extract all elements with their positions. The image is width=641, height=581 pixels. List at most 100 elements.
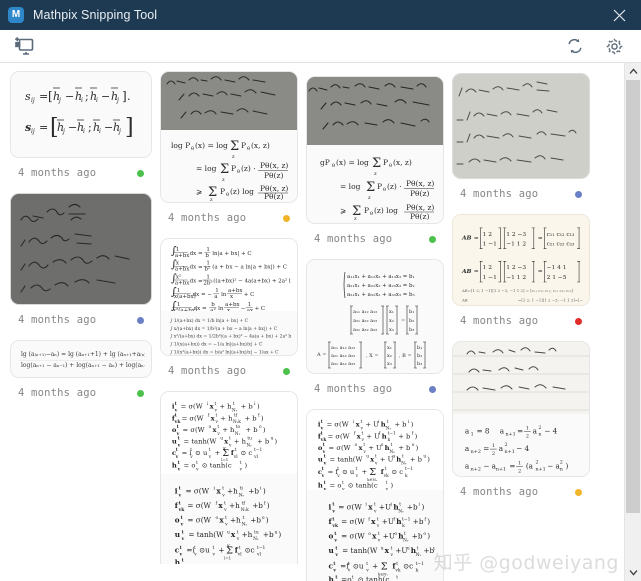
svg-text:v: v <box>323 488 327 490</box>
svg-text:): ) <box>267 501 270 510</box>
svg-text:vl: vl <box>253 455 258 460</box>
svg-text:K: K <box>223 445 226 450</box>
close-icon[interactable] <box>597 0 641 30</box>
svg-text:θ: θ <box>191 146 194 152</box>
snip-preview[interactable]: gP θ (x) = log Σ z Pθ (x, z) = log Σ z P… <box>306 76 444 224</box>
svg-text:P: P <box>231 164 236 173</box>
svg-text:f: f <box>354 431 356 436</box>
timestamp: 4 months ago <box>168 212 247 224</box>
svg-text:+ C: + C <box>255 306 266 311</box>
snip-card[interactable]: itv = σ(W i xtv + Ui h t Nᵥ + b i) f t vk = σ(… <box>306 409 444 581</box>
svg-text:vl: vl <box>256 553 262 558</box>
svg-text:u: u <box>392 455 395 460</box>
svg-text:ax: ax <box>247 308 254 311</box>
svg-text:⊙ tanh(c: ⊙ tanh(c <box>358 575 390 581</box>
new-snip-icon[interactable] <box>11 34 37 58</box>
svg-text:u: u <box>175 530 181 539</box>
svg-text:a+bx: a+bx <box>175 267 190 273</box>
snip-card[interactable]: 4 months ago <box>10 193 152 336</box>
svg-text:t: t <box>361 431 363 436</box>
svg-text:t: t <box>399 503 401 508</box>
svg-text:t: t <box>335 546 338 551</box>
scroll-up-arrow-icon[interactable] <box>625 63 641 80</box>
svg-text:u: u <box>172 438 177 446</box>
svg-text:t: t <box>402 455 404 460</box>
svg-text:i: i <box>353 420 355 425</box>
svg-text:v: v <box>347 569 351 574</box>
svg-text:2: 2 <box>518 468 521 474</box>
svg-text:]: ] <box>122 89 127 103</box>
status-badge <box>575 190 582 198</box>
svg-text:v: v <box>221 494 225 499</box>
svg-text:+: + <box>372 562 378 571</box>
svg-text:t: t <box>378 532 380 537</box>
svg-text:): ) <box>261 414 264 422</box>
snip-preview[interactable] <box>452 73 590 179</box>
svg-text:⊙ c: ⊙ c <box>241 449 253 457</box>
svg-text:= σ(W: = σ(W <box>183 426 205 434</box>
scrollbar-thumb[interactable] <box>626 80 640 513</box>
svg-text:=: = <box>509 461 515 470</box>
svg-text:= tanh(W: = tanh(W <box>330 456 363 464</box>
snip-preview[interactable]: a₁₁x₁ + a₁₂x₂ + a₁₃x₃ = b₁ a₂₁x₁ + a₂₂x₂… <box>306 259 444 374</box>
snip-card[interactable]: a1 = 8 a n+1 = 12 an2 − 4 a n+2 = 1 2 a … <box>452 341 590 508</box>
svg-text:t: t <box>337 467 339 472</box>
snip-card[interactable]: 4 months ago <box>452 73 590 210</box>
svg-text:⊙ u: ⊙ u <box>195 449 208 457</box>
snip-preview[interactable]: s ij = [ h j − h i ; h i − h j] . s ij … <box>10 71 152 158</box>
svg-text:): ) <box>427 532 430 541</box>
svg-text:t: t <box>209 448 211 453</box>
svg-text:+ b: + b <box>398 432 410 440</box>
snip-card[interactable]: ∫ 1a+bx dx = 1b ln|a + bx| + C ∫ xa+bx <box>160 238 298 387</box>
column-3: gP θ (x) = log Σ z Pθ (x, z) = log Σ z P… <box>306 76 444 581</box>
card-meta: 4 months ago <box>452 306 590 337</box>
svg-text:): ) <box>421 503 424 512</box>
svg-text:2: 2 <box>536 460 539 466</box>
gear-icon[interactable] <box>601 34 627 58</box>
snip-preview[interactable]: AB = 1 21 −1 1 2 −3 −1 1 2 = c₁₁ c₁₂ c₁₃… <box>452 214 590 306</box>
scroll-down-arrow-icon[interactable] <box>625 564 641 581</box>
svg-text:2: 2 <box>505 442 508 448</box>
snip-card[interactable]: log Pθ (x) = log Σ z Pθ (x, z) = log Σ z <box>160 71 298 234</box>
handwriting-image <box>11 194 151 304</box>
sync-icon[interactable] <box>562 34 588 58</box>
snip-card[interactable]: gP θ (x) = log Σ z Pθ (x, z) = log Σ z P… <box>306 76 444 255</box>
svg-text:+ b: + b <box>394 421 406 429</box>
svg-text:Σ: Σ <box>220 162 229 177</box>
svg-text:dx =: dx = <box>194 306 207 311</box>
svg-text:Nᵥ: Nᵥ <box>416 553 422 558</box>
svg-text:=o: =o <box>341 575 351 581</box>
snip-preview[interactable]: lg (a₍ₙ₊₁₎−aₙ) = lg (aₙ₊₁+1) + lg (aₙ₊₁+… <box>10 340 152 378</box>
snip-preview[interactable]: log Pθ (x) = log Σ z Pθ (x, z) = log Σ z <box>160 71 298 203</box>
svg-text:x₁: x₁ <box>389 309 394 315</box>
svg-text:a₂₁ a₂₂ a₂₃: a₂₁ a₂₂ a₂₃ <box>353 318 377 324</box>
svg-text:v: v <box>212 553 216 558</box>
snip-preview[interactable]: itv = σ(W i xtv + h t Nᵥ + b i) f t vk = σ(W f … <box>160 391 298 564</box>
svg-text:o: o <box>381 443 384 448</box>
snip-card[interactable]: lg (a₍ₙ₊₁₎−aₙ) = lg (aₙ₊₁+1) + lg (aₙ₊₁+… <box>10 340 152 409</box>
snip-preview[interactable]: ∫ 1a+bx dx = 1b ln|a + bx| + C ∫ xa+bx <box>160 238 298 356</box>
svg-text:θ: θ <box>383 187 386 193</box>
svg-text:t: t <box>229 437 231 442</box>
svg-text:=: = <box>538 269 543 275</box>
snip-card[interactable]: AB = 1 21 −1 1 2 −3 −1 1 2 = c₁₁ c₁₂ c₁₃… <box>452 214 590 337</box>
svg-text:v: v <box>189 455 193 460</box>
snip-card[interactable]: a₁₁x₁ + a₁₂x₂ + a₁₃x₃ = b₁ a₂₁x₁ + a₂₂x₂… <box>306 259 444 405</box>
svg-text:v: v <box>195 468 199 473</box>
snip-card[interactable]: s ij = [ h j − h i ; h i − h j] . s ij … <box>10 71 152 189</box>
svg-text:x₃: x₃ <box>387 361 392 367</box>
rendered-math: gP θ (x) = log Σ z Pθ (x, z) = log Σ z P… <box>307 145 443 223</box>
vertical-scrollbar[interactable] <box>624 63 641 581</box>
snip-preview[interactable]: a1 = 8 a n+1 = 12 an2 − 4 a n+2 = 1 2 a … <box>452 341 590 477</box>
snip-card[interactable]: itv = σ(W i xtv + h t Nᵥ + b i) f t vk = σ(W f … <box>160 391 298 564</box>
svg-text:Σ: Σ <box>366 180 375 195</box>
status-badge <box>137 316 144 324</box>
snip-preview[interactable]: itv = σ(W i xtv + Ui h t Nᵥ + b i) f t vk = σ(… <box>306 409 444 581</box>
snip-preview[interactable] <box>10 193 152 305</box>
svg-text:v: v <box>323 461 327 466</box>
status-badge <box>137 169 144 177</box>
svg-text:= σ(W: = σ(W <box>328 432 350 440</box>
scrollbar-track[interactable] <box>625 80 641 564</box>
svg-text:tf: tf <box>234 413 238 418</box>
svg-text:a₂₁x₁ + a₂₂x₂ + a₂₃x₃ = b₂: a₂₁x₁ + a₂₂x₂ + a₂₃x₃ = b₂ <box>347 283 415 289</box>
